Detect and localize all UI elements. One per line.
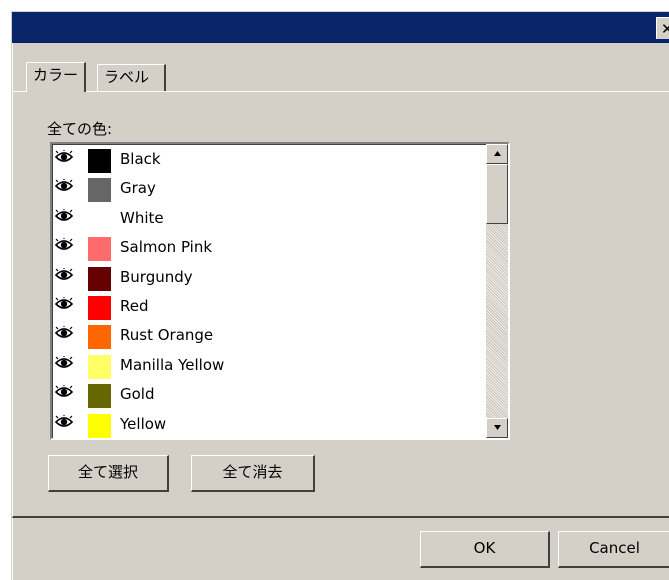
list-item[interactable]: Black	[52, 146, 480, 175]
ok-button[interactable]: OK	[420, 531, 550, 568]
eye-icon[interactable]	[54, 207, 74, 223]
eye-icon[interactable]	[54, 266, 74, 282]
color-swatch	[88, 178, 111, 203]
eye-icon[interactable]	[54, 237, 74, 252]
list-item[interactable]: Red	[52, 293, 480, 322]
scroll-up-button[interactable]	[486, 144, 508, 164]
arrow-up-icon	[493, 151, 501, 156]
list-item[interactable]: Gray	[52, 175, 480, 204]
color-swatch	[88, 354, 111, 379]
color-name: Salmon Pink	[120, 238, 213, 257]
list-item[interactable]: Yellow	[52, 411, 480, 440]
color-dialog: ✕ カラー ラベル 全ての色: Black Gray White Salmon Pin…	[11, 11, 669, 580]
color-swatch	[88, 207, 111, 232]
cancel-button[interactable]: Cancel	[558, 531, 669, 568]
eye-icon[interactable]	[54, 413, 74, 429]
color-swatch	[88, 384, 111, 409]
list-item[interactable]: Salmon Pink	[52, 234, 480, 263]
tab-label[interactable]: ラベル	[97, 64, 166, 92]
color-name: Rust Orange	[120, 326, 214, 345]
close-icon[interactable]: ✕	[656, 17, 669, 39]
color-swatch	[88, 266, 111, 291]
eye-icon[interactable]	[54, 325, 74, 340]
scroll-thumb[interactable]	[486, 164, 508, 224]
list-item[interactable]: Rust Orange	[52, 322, 480, 351]
color-name: Gray	[120, 179, 156, 198]
color-name: White	[120, 208, 164, 227]
all-colors-label: 全ての色:	[47, 120, 113, 138]
color-name: Red	[120, 297, 149, 315]
color-name: Burgundy	[120, 267, 193, 286]
list-item[interactable]: Gold	[52, 381, 480, 410]
list-item[interactable]: Manilla Yellow	[52, 352, 480, 381]
color-name: Yellow	[120, 414, 167, 433]
scroll-down-button[interactable]	[486, 418, 508, 438]
color-name: Gold	[120, 385, 155, 404]
list-item[interactable]: Burgundy	[52, 264, 480, 293]
color-listbox[interactable]: Black Gray White Salmon Pink Burgundy Red Rust…	[50, 142, 510, 440]
eye-icon[interactable]	[54, 354, 74, 370]
color-swatch	[88, 149, 111, 173]
vertical-scrollbar[interactable]	[486, 144, 508, 438]
eye-icon[interactable]	[54, 296, 74, 311]
tab-color[interactable]: カラー	[26, 62, 87, 92]
title-bar[interactable]: ✕	[12, 12, 669, 43]
color-swatch	[88, 237, 111, 262]
clear-all-button[interactable]: 全て消去	[191, 455, 315, 492]
select-all-button[interactable]: 全て選択	[48, 455, 169, 492]
color-name: Black	[120, 150, 161, 168]
color-name: Manilla Yellow	[120, 355, 225, 374]
eye-icon[interactable]	[54, 149, 74, 164]
arrow-down-icon	[493, 425, 501, 430]
color-swatch	[88, 413, 111, 438]
eye-icon[interactable]	[54, 178, 74, 193]
eye-icon[interactable]	[54, 384, 74, 399]
color-swatch	[88, 296, 111, 320]
color-swatch	[88, 325, 111, 350]
list-item[interactable]: White	[52, 205, 480, 234]
